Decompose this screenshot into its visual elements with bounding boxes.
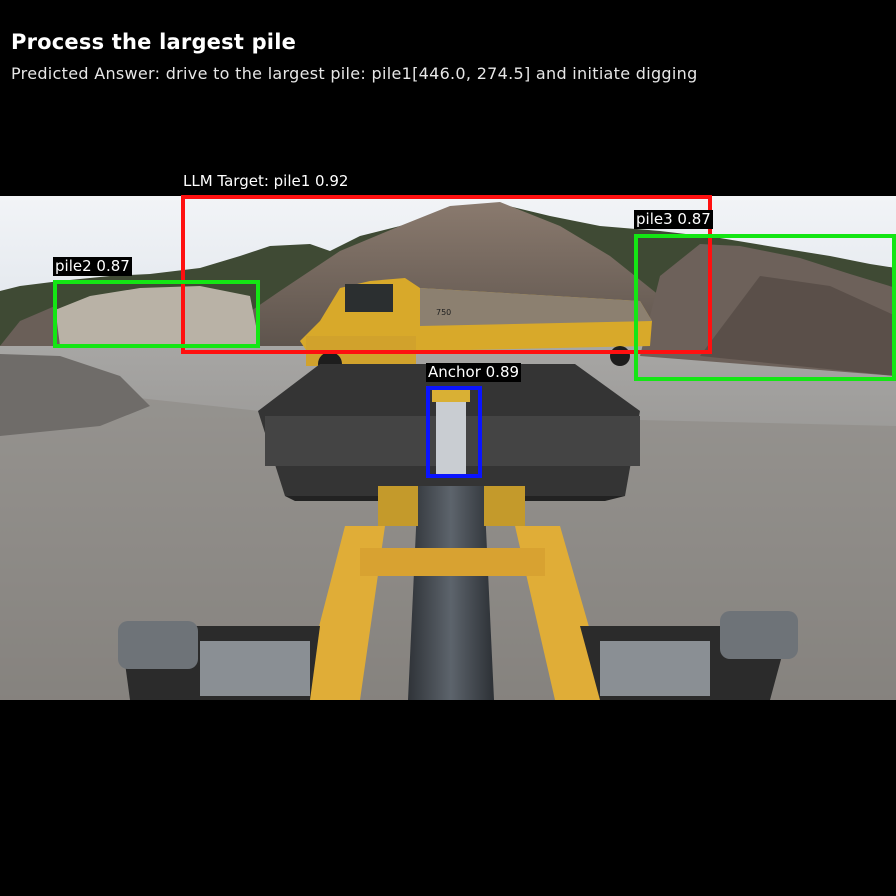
- pile3-box: [634, 234, 896, 381]
- anchor-box: [426, 386, 482, 478]
- pile3-label: pile3 0.87: [634, 210, 713, 229]
- pile2-label: pile2 0.87: [53, 257, 132, 276]
- llm-target-box: [181, 195, 712, 354]
- pile2-box: [53, 280, 260, 348]
- anchor-label: Anchor 0.89: [426, 363, 522, 382]
- llm-target-label: LLM Target: pile1 0.92: [183, 172, 349, 190]
- detection-overlay: LLM Target: pile1 0.92 pile2 0.87 pile3 …: [0, 0, 896, 896]
